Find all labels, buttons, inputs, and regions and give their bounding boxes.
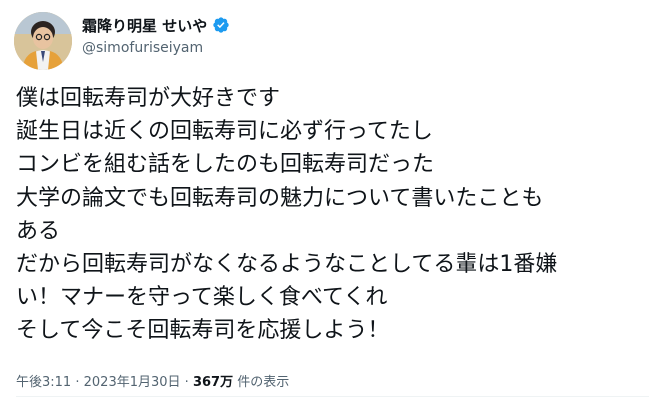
meta-separator: · xyxy=(184,375,189,390)
views-label: 件の表示 xyxy=(237,375,290,390)
tweet-text-line: 誕生日は近くの回転寿司に必ず行ってたし xyxy=(16,119,433,145)
avatar-image xyxy=(14,12,72,70)
tweet-text-line: 僕は回転寿司が大好きです xyxy=(16,86,281,111)
tweet-text-line: だから回転寿司がなくなるようなことしてる輩は1番嫌 xyxy=(16,252,558,278)
tweet-text-line: 大学の論文でも回転寿司の魅力について書いたことも xyxy=(16,185,544,211)
tweet-text-line: ある xyxy=(16,218,61,244)
tweet-text: 僕は回転寿司が大好きです 誕生日は近くの回転寿司に必ず行ってたし コンビを組む話… xyxy=(16,82,656,348)
tweet-date[interactable]: 2023年1月30日 xyxy=(84,375,181,390)
user-handle[interactable]: @simofuriseiyam xyxy=(82,40,203,56)
display-name[interactable]: 霜降り明星 せいや xyxy=(82,15,207,36)
verified-badge-icon xyxy=(212,16,230,34)
tweet-card: 霜降り明星 せいや @simofuriseiyam 僕は回転寿司が大好きです 誕… xyxy=(0,0,663,400)
divider xyxy=(16,396,649,397)
tweet-time[interactable]: 午後3:11 xyxy=(16,375,71,390)
meta-separator: · xyxy=(75,375,80,390)
tweet-meta: 午後3:11 · 2023年1月30日 · 367万 件の表示 xyxy=(16,371,289,390)
views-count: 367万 xyxy=(192,375,234,390)
tweet-text-line: い！マナーを守って楽しく食べてくれ xyxy=(16,285,388,311)
tweet-text-line: そして今こそ回転寿司を応援しよう！ xyxy=(16,318,390,344)
avatar[interactable] xyxy=(14,12,72,70)
user-name-row: 霜降り明星 せいや xyxy=(82,14,230,36)
tweet-text-line: コンビを組む話をしたのも回転寿司だった xyxy=(16,152,435,178)
